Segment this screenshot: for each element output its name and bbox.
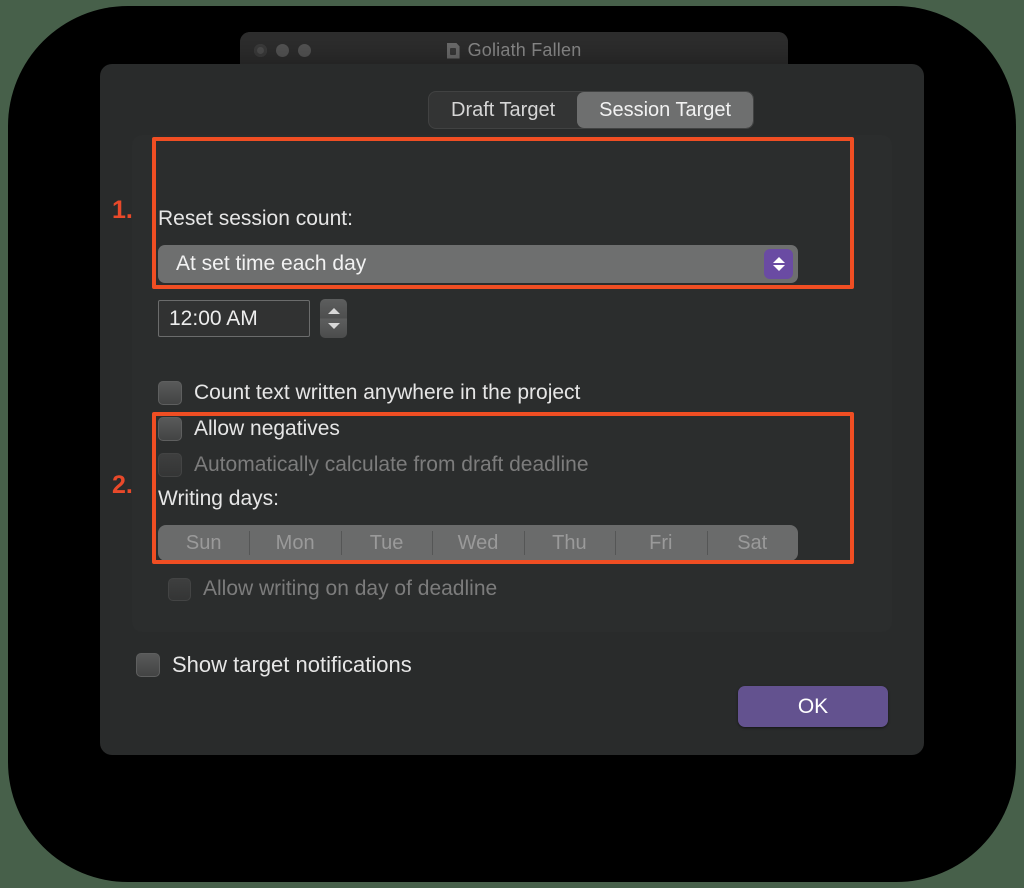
stepper-down-glyph[interactable] [327,323,340,330]
reset-session-count-group: Reset session count: At set time each da… [158,207,854,338]
tab-session-target[interactable]: Session Target [577,92,754,128]
chevron-up-glyph [772,257,785,263]
checkbox-icon[interactable] [136,653,160,677]
reset-frequency-value: At set time each day [176,252,367,275]
reset-session-count-label: Reset session count: [158,207,353,230]
zoom-button-icon[interactable] [298,43,311,57]
checkbox-icon [168,577,191,601]
checkbox-label: Show target notifications [172,652,412,677]
writing-day-wed[interactable]: Wed [432,525,523,561]
writing-day-tue[interactable]: Tue [340,525,432,561]
checkbox-label: Allow negatives [194,417,340,440]
writing-day-thu[interactable]: Thu [523,525,615,561]
checkbox-label: Count text written anywhere in the proje… [194,381,581,404]
checkbox-icon[interactable] [158,417,182,441]
session-options-list: Count text written anywhere in the proje… [158,381,589,477]
checkbox-show-target-notifications[interactable]: Show target notifications [136,652,412,678]
stepper-up-down-icon[interactable] [320,299,347,338]
reset-time-input[interactable]: 12:00 AM [158,300,310,337]
annotation-number-2: 2. [112,471,133,499]
session-target-panel: Reset session count: At set time each da… [132,135,892,632]
checkbox-icon [158,453,182,477]
writing-day-fri[interactable]: Fri [615,525,706,561]
chevron-up-down-icon[interactable] [764,249,793,279]
writing-days-segmented-control[interactable]: Sun Mon Tue Wed Thu Fri Sat [158,525,798,561]
checkbox-auto-calculate-from-deadline: Automatically calculate from draft deadl… [158,453,589,477]
window-traffic-lights[interactable] [254,43,311,57]
checkbox-allow-negatives[interactable]: Allow negatives [158,417,589,441]
writing-day-sat[interactable]: Sat [706,525,798,561]
writing-day-mon[interactable]: Mon [249,525,340,561]
ok-button[interactable]: OK [738,686,888,727]
checkbox-label: Allow writing on day of deadline [203,577,498,600]
close-button-icon[interactable] [254,43,267,57]
checkbox-icon[interactable] [158,381,182,405]
checkbox-label: Automatically calculate from draft deadl… [194,453,589,476]
annotation-number-1: 1. [112,196,133,224]
screen-root: Goliath Fallen Draft Target Session Targ… [0,0,1024,888]
tab-draft-target[interactable]: Draft Target [429,92,577,128]
document-icon [446,42,460,59]
checkbox-count-text-anywhere[interactable]: Count text written anywhere in the proje… [158,381,589,405]
writing-days-group: Writing days: Sun Mon Tue Wed Thu Fri Sa… [158,487,854,601]
writing-days-label: Writing days: [158,487,279,510]
chevron-down-glyph [772,265,785,271]
target-tab-bar[interactable]: Draft Target Session Target [428,91,755,129]
window-title: Goliath Fallen [467,39,582,60]
reset-frequency-dropdown[interactable]: At set time each day [158,245,798,283]
reset-time-row: 12:00 AM [158,299,854,338]
reset-time-value: 12:00 AM [169,306,258,330]
window-title-container: Goliath Fallen [240,40,788,61]
target-settings-dialog: Draft Target Session Target Reset sessio… [100,64,924,755]
minimize-button-icon[interactable] [276,43,289,57]
checkbox-allow-writing-on-deadline: Allow writing on day of deadline [168,577,854,601]
stepper-up-glyph[interactable] [327,307,340,314]
writing-day-sun[interactable]: Sun [158,525,249,561]
